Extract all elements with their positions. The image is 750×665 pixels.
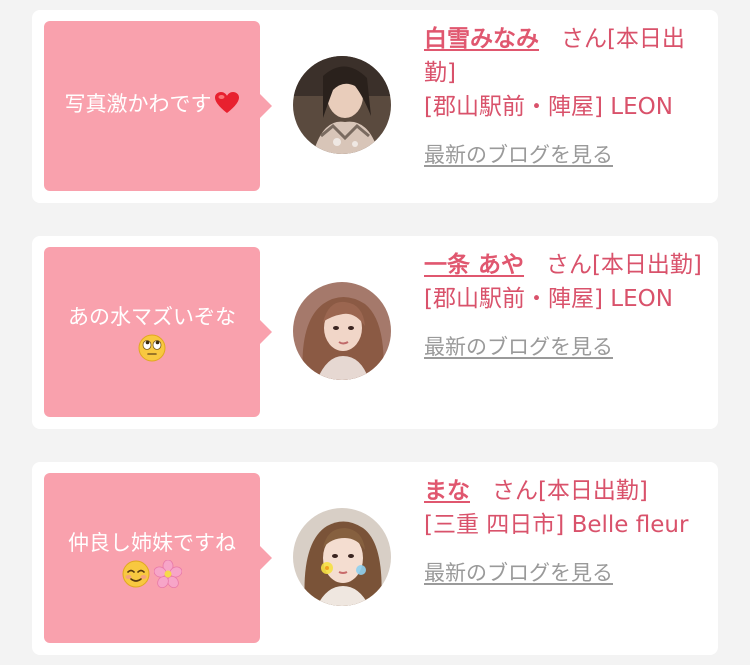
latest-blog-link[interactable]: 最新のブログを見る [424,556,613,590]
comment-bubble: あの水マズいぞな [44,247,272,417]
latest-blog-link[interactable]: 最新のブログを見る [424,138,613,172]
comment-text: 写真激かわです [64,92,212,116]
blog-comment-feed: 写真激かわです 白雪みなみ さん[本日出勤] [郡山駅前・陣屋] LEON 最新… [0,0,750,665]
avatar[interactable] [293,282,391,380]
area-label: [郡山駅前・陣屋] [424,286,603,312]
honorific: さん [545,252,592,278]
latest-blog-link[interactable]: 最新のブログを見る [424,330,613,364]
comment-text: あの水マズいぞな [68,305,236,329]
honorific: さん [560,26,607,52]
cherry-blossom-emoji-icon [153,559,183,592]
relieved-smile-emoji-icon [122,560,150,592]
cast-info: まな さん[本日出勤] [三重 四日市] Belle fleur 最新のブログを… [424,474,712,590]
work-status: [本日出勤] [537,478,648,504]
avatar[interactable] [293,56,391,154]
cast-name-link[interactable]: 一条 あや [424,252,524,278]
comment-bubble: 写真激かわです [44,21,272,191]
cast-name-link[interactable]: まな [424,478,470,504]
rolling-eyes-emoji-icon [138,334,166,366]
shop-name: Belle fleur [571,512,689,538]
cast-info: 一条 あや さん[本日出勤] [郡山駅前・陣屋] LEON 最新のブログを見る [424,248,712,364]
comment-bubble: 仲良し姉妹ですね [44,473,272,643]
cast-name-link[interactable]: 白雪みなみ [424,26,539,52]
blog-card: 仲良し姉妹ですね まな さん[本日出勤] [三重 四日市] Belle fleu… [32,462,718,655]
blog-card: 写真激かわです 白雪みなみ さん[本日出勤] [郡山駅前・陣屋] LEON 最新… [32,10,718,203]
shop-name: LEON [610,94,673,120]
honorific: さん [491,478,538,504]
avatar[interactable] [293,508,391,606]
cast-info: 白雪みなみ さん[本日出勤] [郡山駅前・陣屋] LEON 最新のブログを見る [424,22,712,172]
comment-text: 仲良し姉妹ですね [68,531,236,555]
heart-emoji-icon [214,90,240,126]
shop-name: LEON [610,286,673,312]
work-status: [本日出勤] [591,252,702,278]
area-label: [三重 四日市] [424,512,565,538]
blog-card: あの水マズいぞな 一条 あや さん[本日出勤] [郡山駅前・陣屋] LEON 最… [32,236,718,429]
area-label: [郡山駅前・陣屋] [424,94,603,120]
